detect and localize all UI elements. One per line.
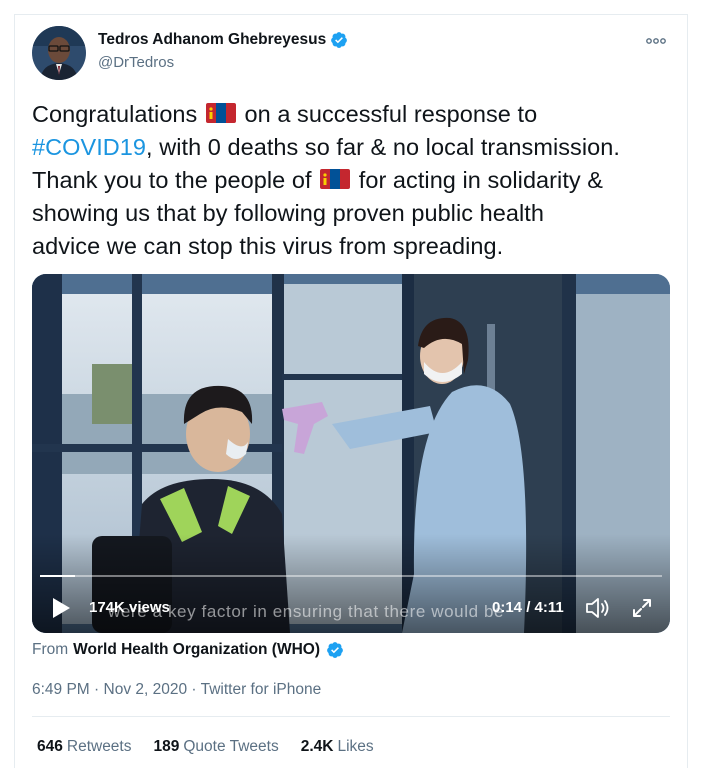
retweets-count: 646 xyxy=(37,738,63,755)
play-button[interactable] xyxy=(50,596,72,620)
tweet-header: Tedros Adhanom Ghebreyesus @DrTedros xyxy=(32,26,672,82)
video-progress-fill xyxy=(40,575,75,577)
tweet-text-segment: , with 0 deaths so far & no local transm… xyxy=(146,134,620,160)
likes-count: 2.4K xyxy=(300,738,334,755)
tweet-line: advice we can stop this virus from sprea… xyxy=(32,233,504,259)
likes-stat[interactable]: 2.4K Likes xyxy=(301,738,374,756)
meta-separator: · xyxy=(89,681,104,698)
tweet-date[interactable]: Nov 2, 2020 xyxy=(104,681,188,698)
tweet-meta: 6:49 PM · Nov 2, 2020 · Twitter for iPho… xyxy=(32,681,321,699)
more-options-button[interactable] xyxy=(642,30,670,52)
volume-button[interactable] xyxy=(584,596,610,620)
retweets-stat[interactable]: 646 Retweets xyxy=(37,738,132,756)
source-prefix: From xyxy=(32,641,69,658)
tweet-text: Congratulations on a successful response… xyxy=(32,98,682,263)
fullscreen-icon xyxy=(633,599,651,617)
tweet-line: showing us that by following proven publ… xyxy=(32,200,544,226)
tweet-line: #COVID19, with 0 deaths so far & no loca… xyxy=(32,131,682,164)
author-name[interactable]: Tedros Adhanom Ghebreyesus xyxy=(98,31,348,49)
video-subtitle: were a key factor in ensuring that there… xyxy=(108,602,505,621)
tweet-text-segment: on a successful response to xyxy=(237,101,538,127)
duration: 4:11 xyxy=(534,599,564,616)
media-source: From World Health Organization (WHO) xyxy=(32,641,344,659)
avatar[interactable] xyxy=(32,26,86,80)
hashtag-link[interactable]: #COVID19 xyxy=(32,134,146,160)
more-horizontal-icon xyxy=(646,38,666,44)
quote-tweets-stat[interactable]: 189 Quote Tweets xyxy=(154,738,279,756)
tweet-line: Thank you to the people of for acting in… xyxy=(32,164,682,197)
tweet-stats: 646 Retweets 189 Quote Tweets 2.4K Likes xyxy=(37,738,374,756)
tweet-time[interactable]: 6:49 PM xyxy=(32,681,90,698)
fullscreen-button[interactable] xyxy=(630,596,654,620)
verified-badge-icon xyxy=(330,31,348,49)
video-progress-bar[interactable] xyxy=(40,575,662,577)
quote-tweets-count: 189 xyxy=(153,738,180,755)
source-org-link[interactable]: World Health Organization (WHO) xyxy=(73,641,320,659)
volume-icon xyxy=(586,598,609,618)
video-player[interactable]: 174K views 0:14 / 4:11 xyxy=(32,274,670,633)
quote-tweets-label: Quote Tweets xyxy=(183,738,279,755)
tweet-client[interactable]: Twitter for iPhone xyxy=(201,681,322,698)
mongolia-flag-icon xyxy=(205,101,236,125)
author-handle[interactable]: @DrTedros xyxy=(98,54,174,71)
tweet-line: Congratulations on a successful response… xyxy=(32,98,682,131)
author-name-text[interactable]: Tedros Adhanom Ghebreyesus xyxy=(98,31,326,49)
video-frame xyxy=(32,274,670,633)
likes-label: Likes xyxy=(337,738,374,755)
play-icon xyxy=(53,598,70,618)
retweets-label: Retweets xyxy=(66,738,132,755)
tweet-text-segment: Thank you to the people of xyxy=(32,167,312,193)
verified-badge-icon xyxy=(326,641,344,659)
tweet-text-segment: for acting in solidarity & xyxy=(352,167,604,193)
divider xyxy=(32,716,670,717)
meta-separator: · xyxy=(187,681,201,698)
time-separator: / xyxy=(522,599,535,616)
tweet-text-segment: Congratulations xyxy=(32,101,198,127)
mongolia-flag-icon xyxy=(320,167,351,191)
